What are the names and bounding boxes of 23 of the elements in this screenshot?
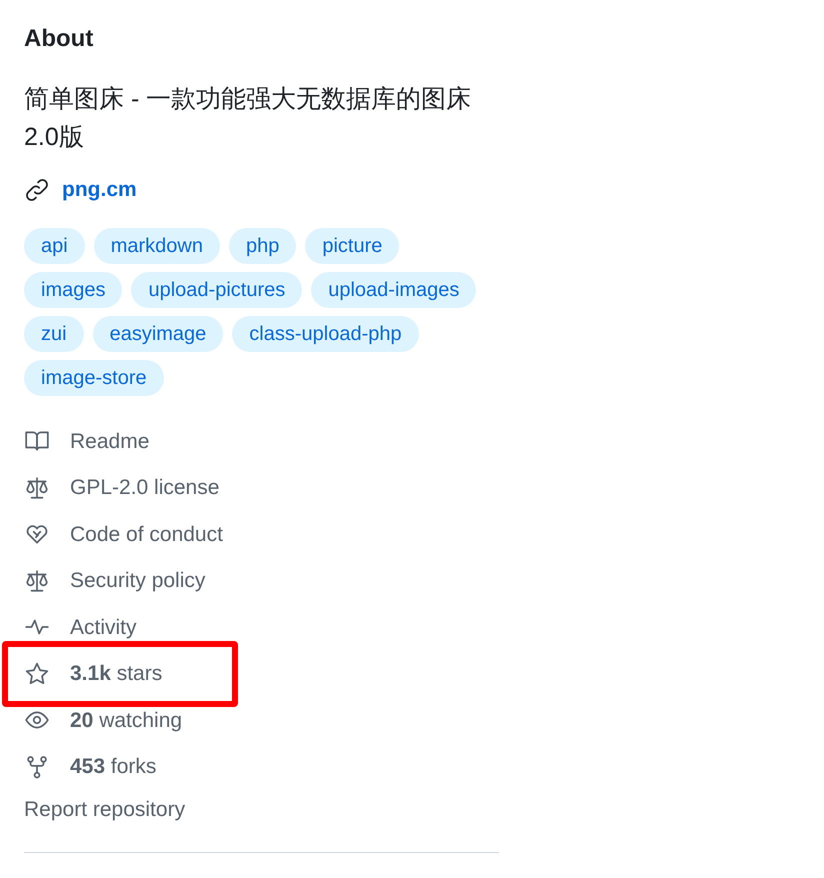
topic-tag[interactable]: upload-pictures [131,272,302,308]
report-link[interactable]: Report repository [24,796,186,824]
topic-tag[interactable]: markdown [94,228,220,264]
topic-tag[interactable]: easyimage [92,316,224,352]
sidebar-link[interactable]: Code of conduct [70,518,223,550]
sidebar-link[interactable]: 3.1k stars [70,658,162,690]
section-title: About [24,24,94,54]
topic-tag[interactable]: php [228,228,296,264]
topic-tag[interactable]: api [24,228,85,264]
sidebar-link[interactable]: GPL-2.0 license [70,472,220,504]
topic-tag[interactable]: images [24,272,122,308]
topic-tag[interactable]: picture [305,228,400,264]
repository-description: 简单图床 - 一款功能强大无数据库的图床 2.0版 [24,84,472,153]
topic-tag[interactable]: image-store [24,360,164,396]
topic-tag[interactable]: class-upload-php [232,316,419,352]
sidebar-link[interactable]: Activity [70,612,137,643]
topic-tag[interactable]: zui [24,316,84,352]
website-link[interactable]: png.cm [62,176,137,204]
sidebar-link[interactable]: 453 forks [70,751,156,782]
sidebar-link[interactable]: Security policy [70,565,206,596]
sidebar-link[interactable]: Readme [70,426,150,457]
topic-tag[interactable]: upload-images [311,272,476,308]
sidebar-link[interactable]: 20 watching [70,704,182,736]
